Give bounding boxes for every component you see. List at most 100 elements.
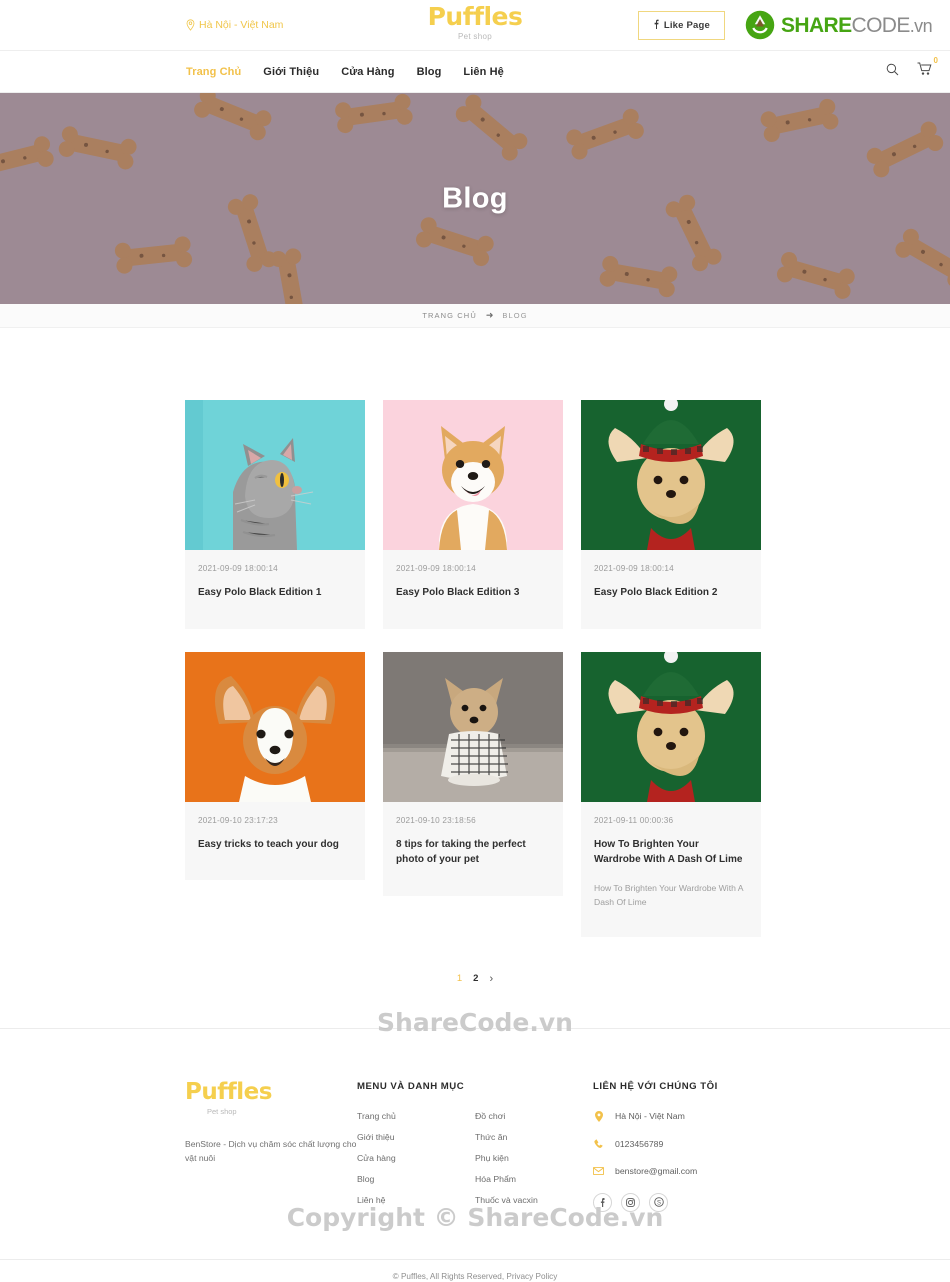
copyright-symbol: © bbox=[392, 1271, 399, 1281]
pagination-next-icon[interactable]: › bbox=[489, 973, 493, 985]
nav-links: Trang Chủ Giới Thiệu Cửa Hàng Blog Liên … bbox=[186, 66, 504, 78]
footer-link-cua-hang[interactable]: Cửa hàng bbox=[357, 1153, 475, 1163]
dog-in-elf-hat-on-green-background[interactable] bbox=[581, 651, 761, 802]
page-title: Blog bbox=[442, 182, 508, 214]
nav-item-cua-hang[interactable]: Cửa Hàng bbox=[341, 66, 394, 78]
footer-menu-heading: MENU VÀ DANH MỤC bbox=[357, 1080, 465, 1092]
blog-card-date: 2021-09-10 23:18:56 bbox=[396, 815, 476, 825]
pagination-page-2[interactable]: 2 bbox=[473, 973, 478, 984]
blog-card-title[interactable]: Easy Polo Black Edition 1 bbox=[198, 585, 352, 601]
blog-card[interactable]: 2021-09-09 18:00:14 Easy Polo Black Edit… bbox=[581, 400, 761, 629]
footer-description: BenStore - Dịch vụ chăm sóc chất lượng c… bbox=[185, 1138, 357, 1163]
facebook-icon[interactable] bbox=[593, 1192, 612, 1212]
sharecode-wordmark: SHARECODE.vn bbox=[780, 13, 933, 37]
footer-email-text[interactable]: benstore@gmail.com bbox=[615, 1166, 697, 1176]
skype-icon[interactable]: S bbox=[649, 1192, 668, 1212]
phone-icon bbox=[593, 1139, 604, 1149]
shiba-inu-on-pink-background[interactable] bbox=[383, 400, 563, 550]
location-text: Hà Nội - Việt Nam bbox=[199, 19, 284, 31]
pagination-page-1[interactable]: 1 bbox=[457, 973, 462, 984]
footer-link-blog[interactable]: Blog bbox=[357, 1174, 475, 1184]
page-root: Hà Nội - Việt Nam Puffles Pet shop Like … bbox=[0, 0, 950, 1282]
blog-card-date: 2021-09-10 23:17:23 bbox=[198, 815, 278, 825]
footer-link-thuoc-va-vacxin[interactable]: Thuốc và vacxin bbox=[475, 1195, 593, 1205]
blog-card-title[interactable]: 8 tips for taking the perfect photo of y… bbox=[396, 837, 550, 868]
footer-link-hoa-pham[interactable]: Hóa Phẩm bbox=[475, 1174, 593, 1184]
top-bar-right: Like Page SHARECODE.vn bbox=[637, 10, 933, 40]
footer-link-lien-he[interactable]: Liên hệ bbox=[357, 1195, 475, 1205]
footer-link-phu-kien[interactable]: Phụ kiện bbox=[475, 1153, 593, 1163]
blog-card-date: 2021-09-09 18:00:14 bbox=[594, 564, 674, 573]
footer-contact-heading: LIÊN HỆ VỚI CHÚNG TÔI bbox=[593, 1080, 718, 1092]
location-indicator: Hà Nội - Việt Nam bbox=[186, 19, 283, 31]
blog-card-title[interactable]: Easy Polo Black Edition 3 bbox=[396, 585, 550, 601]
sharecode-vn-text: .vn bbox=[909, 15, 933, 36]
breadcrumb: TRANG CHỦ ➜ BLOG bbox=[0, 304, 950, 328]
breadcrumb-home[interactable]: TRANG CHỦ bbox=[422, 311, 476, 320]
copyright-text: Puffles, All Rights Reserved, bbox=[400, 1271, 505, 1281]
footer-contact-column: LIÊN HỆ VỚI CHÚNG TÔI Hà Nội - Việt Nam … bbox=[593, 1081, 765, 1212]
blog-card[interactable]: 2021-09-10 23:17:23 Easy tricks to teach… bbox=[185, 651, 365, 881]
blog-card[interactable]: 2021-09-09 18:00:14 Easy Polo Black Edit… bbox=[185, 400, 365, 629]
blog-card-title[interactable]: Easy tricks to teach your dog bbox=[198, 837, 352, 853]
cart-count-badge: 0 bbox=[933, 56, 938, 65]
map-pin-icon bbox=[593, 1110, 604, 1122]
top-bar: Hà Nội - Việt Nam Puffles Pet shop Like … bbox=[0, 0, 950, 50]
footer-contact-phone: 0123456789 bbox=[593, 1139, 765, 1149]
footer-link-trang-chu[interactable]: Trang chủ bbox=[357, 1111, 475, 1121]
sharecode-logo[interactable]: SHARECODE.vn bbox=[745, 10, 933, 40]
blog-card-title[interactable]: Easy Polo Black Edition 2 bbox=[594, 585, 748, 601]
map-pin-icon bbox=[186, 19, 195, 31]
footer-brand-name: Puffles bbox=[185, 1078, 272, 1105]
blog-section: 2021-09-09 18:00:14 Easy Polo Black Edit… bbox=[0, 328, 950, 985]
breadcrumb-current: BLOG bbox=[502, 311, 528, 320]
privacy-policy-link[interactable]: Privacy Policy bbox=[506, 1272, 557, 1281]
footer-link-gioi-thieu[interactable]: Giới thiệu bbox=[357, 1132, 475, 1142]
hero-banner: Blog bbox=[0, 93, 950, 304]
envelope-icon bbox=[593, 1166, 604, 1175]
sharecode-share-text: SHARE bbox=[780, 13, 852, 37]
corgi-on-orange-background[interactable] bbox=[185, 651, 365, 802]
copyright-bar: © Puffles, All Rights Reserved, Privacy … bbox=[0, 1258, 950, 1282]
blog-grid: 2021-09-09 18:00:14 Easy Polo Black Edit… bbox=[185, 400, 765, 937]
instagram-icon[interactable] bbox=[621, 1192, 640, 1212]
like-page-label: Like Page bbox=[663, 19, 710, 31]
dog-in-elf-hat-on-green-background[interactable] bbox=[581, 400, 761, 550]
blog-card-date: 2021-09-09 18:00:14 bbox=[198, 564, 278, 573]
footer-menu-lists: Trang chủ Giới thiệu Cửa hàng Blog Liên … bbox=[357, 1111, 593, 1205]
site-footer: Puffles Pet shop BenStore - Dịch vụ chăm… bbox=[0, 1027, 950, 1282]
blog-card-date: 2021-09-11 00:00:36 bbox=[594, 815, 674, 825]
nav-item-trang-chu[interactable]: Trang Chủ bbox=[186, 66, 241, 78]
footer-phone-text[interactable]: 0123456789 bbox=[615, 1139, 663, 1149]
blog-card[interactable]: 2021-09-09 18:00:14 Easy Polo Black Edit… bbox=[383, 400, 563, 629]
shopping-cart-icon[interactable]: 0 bbox=[917, 56, 938, 81]
footer-link-do-choi[interactable]: Đồ chơi bbox=[475, 1111, 593, 1121]
recycle-logo-icon bbox=[745, 10, 775, 40]
blog-card-title[interactable]: How To Brighten Your Wardrobe With A Das… bbox=[594, 837, 748, 868]
nav-item-blog[interactable]: Blog bbox=[417, 66, 442, 78]
blog-card-body: 2021-09-11 00:00:36 How To Brighten Your… bbox=[581, 802, 761, 937]
footer-contact-address: Hà Nội - Việt Nam bbox=[593, 1110, 765, 1122]
blog-card[interactable]: 2021-09-11 00:00:36 How To Brighten Your… bbox=[581, 651, 761, 937]
blog-card-body: 2021-09-09 18:00:14 Easy Polo Black Edit… bbox=[185, 550, 365, 629]
nav-item-lien-he[interactable]: Liên Hệ bbox=[463, 66, 503, 78]
facebook-f-icon bbox=[653, 19, 659, 32]
gray-cat-on-blue-background[interactable] bbox=[185, 400, 365, 550]
blog-card-body: 2021-09-09 18:00:14 Easy Polo Black Edit… bbox=[383, 550, 563, 629]
footer-columns: Puffles Pet shop BenStore - Dịch vụ chăm… bbox=[185, 1078, 765, 1212]
footer-menu-list-primary: Trang chủ Giới thiệu Cửa hàng Blog Liên … bbox=[357, 1111, 475, 1205]
footer-brand-column: Puffles Pet shop BenStore - Dịch vụ chăm… bbox=[185, 1078, 357, 1166]
blog-card-body: 2021-09-09 18:00:14 Easy Polo Black Edit… bbox=[581, 550, 761, 629]
nav-item-gioi-thieu[interactable]: Giới Thiệu bbox=[263, 66, 319, 78]
footer-brand-tagline: Pet shop bbox=[207, 1106, 237, 1116]
footer-address-text: Hà Nội - Việt Nam bbox=[615, 1111, 685, 1122]
search-icon[interactable] bbox=[886, 63, 899, 81]
pagination: 1 2 › bbox=[185, 973, 765, 985]
like-page-button[interactable]: Like Page bbox=[637, 10, 725, 40]
footer-social-links: S bbox=[593, 1192, 765, 1212]
dog-in-shirt-on-gray-background[interactable] bbox=[383, 651, 563, 802]
blog-card-body: 2021-09-10 23:17:23 Easy tricks to teach… bbox=[185, 802, 365, 881]
footer-link-thuc-an[interactable]: Thức ăn bbox=[475, 1132, 593, 1142]
blog-card-excerpt: How To Brighten Your Wardrobe With A Das… bbox=[594, 882, 744, 907]
blog-card[interactable]: 2021-09-10 23:18:56 8 tips for taking th… bbox=[383, 651, 563, 896]
